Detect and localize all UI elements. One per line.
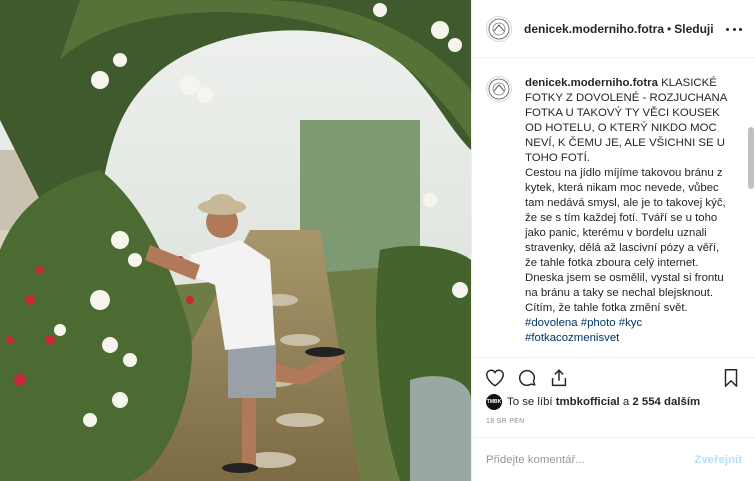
caption-line-2: Cestou na jídlo míjíme takovou bránu z k…: [525, 167, 726, 269]
hashtag-link[interactable]: #kyc: [619, 317, 642, 329]
hashtag-link[interactable]: #photo: [581, 317, 616, 329]
post-side-panel: denicek.moderniho.fotra • Sleduji denice…: [471, 0, 755, 481]
add-comment-form: Zveřejnit: [472, 437, 755, 481]
likes-conjunction: a: [622, 396, 630, 408]
comment-bubble-icon[interactable]: [516, 367, 538, 389]
heart-icon[interactable]: [484, 367, 506, 389]
more-options-icon[interactable]: [726, 21, 742, 37]
header-separator: •: [667, 21, 672, 36]
avatar-logo-icon: [488, 18, 510, 39]
comment-input[interactable]: [486, 453, 695, 466]
comments-section: denicek.moderniho.fotra KLASICKÉ FOTKY Z…: [472, 59, 755, 357]
author-avatar[interactable]: [486, 15, 512, 42]
publish-button[interactable]: Zveřejnit: [695, 454, 742, 466]
post-date[interactable]: 18 SR PEN: [486, 418, 525, 425]
likes-prefix: To se líbí: [507, 396, 553, 408]
hashtag-link[interactable]: #fotkacozmenisvet: [525, 332, 619, 344]
post-photo-image: [0, 0, 471, 481]
caption-username[interactable]: denicek.moderniho.fotra: [525, 77, 658, 89]
post-caption: denicek.moderniho.fotra KLASICKÉ FOTKY Z…: [525, 76, 730, 357]
avatar-logo-icon: [488, 78, 510, 100]
caption-author-avatar[interactable]: [486, 76, 512, 102]
comments-scrollbar[interactable]: [748, 127, 754, 189]
follow-button[interactable]: Sleduji: [674, 22, 713, 36]
caption-line-1: KLASICKÉ FOTKY Z DOVOLENÉ - ROZJUCHANA F…: [525, 77, 727, 164]
post-photo[interactable]: [0, 0, 471, 481]
post-header: denicek.moderniho.fotra • Sleduji: [472, 0, 755, 58]
caption-line-3: Dneska jsem se osmělil, vystal si frontu…: [525, 272, 724, 314]
liker-avatar[interactable]: TMBK: [486, 394, 502, 410]
likes-summary: TMBK To se líbí tmbkofficial a 2 554 dal…: [486, 393, 700, 411]
author-username[interactable]: denicek.moderniho.fotra: [524, 22, 664, 36]
action-bar: [472, 357, 755, 395]
share-icon[interactable]: [548, 367, 570, 389]
hashtag-link[interactable]: #dovolena: [525, 317, 578, 329]
liker-username[interactable]: tmbkofficial: [556, 396, 620, 408]
bookmark-icon[interactable]: [720, 367, 742, 389]
likes-count-link[interactable]: 2 554 dalším: [632, 396, 700, 408]
